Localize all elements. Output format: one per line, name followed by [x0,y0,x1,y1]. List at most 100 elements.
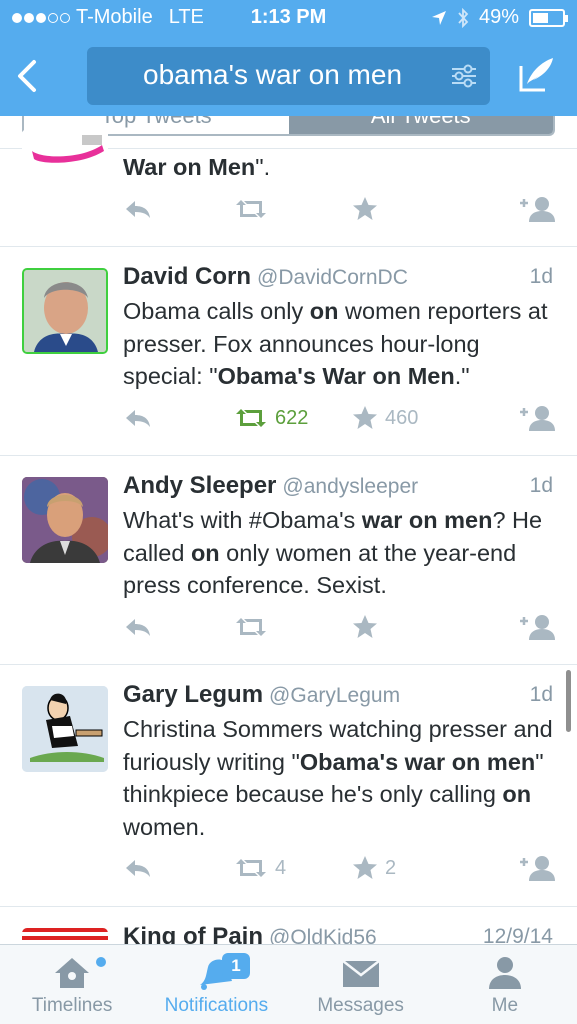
profile-icon [488,957,521,989]
tab-messages[interactable]: Messages [289,945,433,1024]
search-query[interactable]: obama's war on men [143,59,443,91]
tweet-header: David Corn @DavidCornDC 1d [123,263,553,291]
retweet-count: 622 [275,406,309,429]
favorite-button[interactable]: 2 [351,853,396,883]
tweet-header: King of Pain @OldKid56 12/9/14 [123,923,553,944]
filter-settings-icon[interactable] [450,64,478,88]
follow-button[interactable] [517,403,555,433]
author-name[interactable]: Gary Legum [123,681,263,708]
retweet-button[interactable]: 622 [233,403,308,433]
back-arrow-icon[interactable] [12,56,44,96]
add-user-icon [520,856,555,881]
tab-label: Timelines [31,995,113,1016]
tab-all-tweets[interactable]: All Tweets [288,116,553,134]
compose-tweet-icon[interactable] [517,54,557,94]
retweet-icon [236,618,266,636]
retweet-icon [236,859,266,877]
battery-percent: 49% [478,6,519,28]
favorite-count: 460 [385,406,419,429]
reply-icon [126,619,150,636]
tweet-time: 1d [529,683,553,706]
retweet-count: 4 [275,856,287,879]
notification-badge: 1 [222,953,250,979]
favorite-button[interactable] [351,612,379,642]
envelope-icon [341,960,380,987]
retweet-button[interactable] [233,612,269,642]
tab-timelines[interactable]: Timelines [0,945,144,1024]
tab-bar: Timelines Notifications Messages Me 1 [0,944,577,1024]
tweet-header: Gary Legum @GaryLegum 1d [123,681,553,709]
author-name[interactable]: King of Pain [123,923,263,944]
tab-notifications[interactable]: Notifications [144,945,288,1024]
tweet-actions: 622 460 [123,403,555,433]
reply-icon [126,860,150,877]
tweet-text: War on Men". [123,151,557,184]
tweet-item[interactable]: Gary Legum @GaryLegum 1d Christina Sommer… [0,665,577,907]
location-icon [431,10,446,25]
tweet-time: 1d [529,474,553,497]
retweet-button[interactable]: 4 [233,853,286,883]
star-icon [353,406,377,429]
tweet-item[interactable]: War on Men". [0,129,577,247]
add-user-icon [520,615,555,640]
tab-label: Me [491,995,519,1016]
search-field[interactable]: obama's war on men [87,47,490,105]
reply-button[interactable] [123,403,153,433]
follow-button[interactable] [517,612,555,642]
tweet-actions: 4 2 [123,853,555,883]
avatar[interactable] [22,928,108,944]
scrollbar[interactable] [566,670,571,732]
navigation-bar: T-Mobile LTE 1:13 PM 49% obama's war on … [0,0,577,116]
favorite-button[interactable]: 460 [351,403,418,433]
follow-button[interactable] [517,853,555,883]
add-user-icon [520,197,555,222]
bluetooth-icon [458,7,469,28]
follow-button[interactable] [517,194,555,224]
tweet-actions [123,194,555,224]
avatar[interactable] [22,477,108,563]
star-icon [353,615,377,638]
tab-label: Notifications [164,995,269,1016]
tweet-time: 1d [529,265,553,288]
retweet-icon [236,409,266,427]
status-right: 49% [431,6,568,29]
avatar[interactable] [22,686,108,772]
tweet-text: What's with #Obama's war on men? He call… [123,507,543,598]
author-handle[interactable]: @OldKid56 [269,926,377,944]
retweet-button[interactable] [233,194,269,224]
reply-icon [126,201,150,218]
tweet-item[interactable]: King of Pain @OldKid56 12/9/14 [0,907,577,944]
tweet-text-bold: War on Men [123,154,256,180]
star-icon [353,856,377,879]
author-name[interactable]: Andy Sleeper [123,472,276,499]
tweet-text: Christina Sommers watching presser and f… [123,716,553,840]
new-content-dot [96,957,106,967]
reply-button[interactable] [123,194,153,224]
reply-button[interactable] [123,853,153,883]
reply-icon [126,410,150,427]
avatar[interactable] [22,268,108,354]
author-handle[interactable]: @andysleeper [282,475,418,498]
tweet-item[interactable]: David Corn @DavidCornDC 1d Obama calls on… [0,247,577,456]
status-bar: T-Mobile LTE 1:13 PM 49% [0,6,577,32]
favorite-count: 2 [385,856,397,879]
tweet-header: Andy Sleeper @andysleeper 1d [123,472,553,500]
battery-icon [529,8,568,27]
tweet-text: Obama calls only on women reporters at p… [123,298,548,389]
add-user-icon [520,406,555,431]
tweet-text-tail: ". [255,154,271,180]
tab-me[interactable]: Me [433,945,577,1024]
author-handle[interactable]: @DavidCornDC [257,266,408,289]
tweet-time: 12/9/14 [482,925,553,944]
tweet-item[interactable]: Andy Sleeper @andysleeper 1d What's with … [0,456,577,665]
retweet-icon [236,200,266,218]
reply-button[interactable] [123,612,153,642]
tab-label: Messages [317,995,404,1016]
home-icon [55,958,90,988]
tweet-actions [123,612,555,642]
tweet-media-thumbnail[interactable] [22,129,108,175]
author-handle[interactable]: @GaryLegum [269,684,400,707]
author-name[interactable]: David Corn [123,263,251,290]
favorite-button[interactable] [351,194,379,224]
star-icon [353,197,377,220]
